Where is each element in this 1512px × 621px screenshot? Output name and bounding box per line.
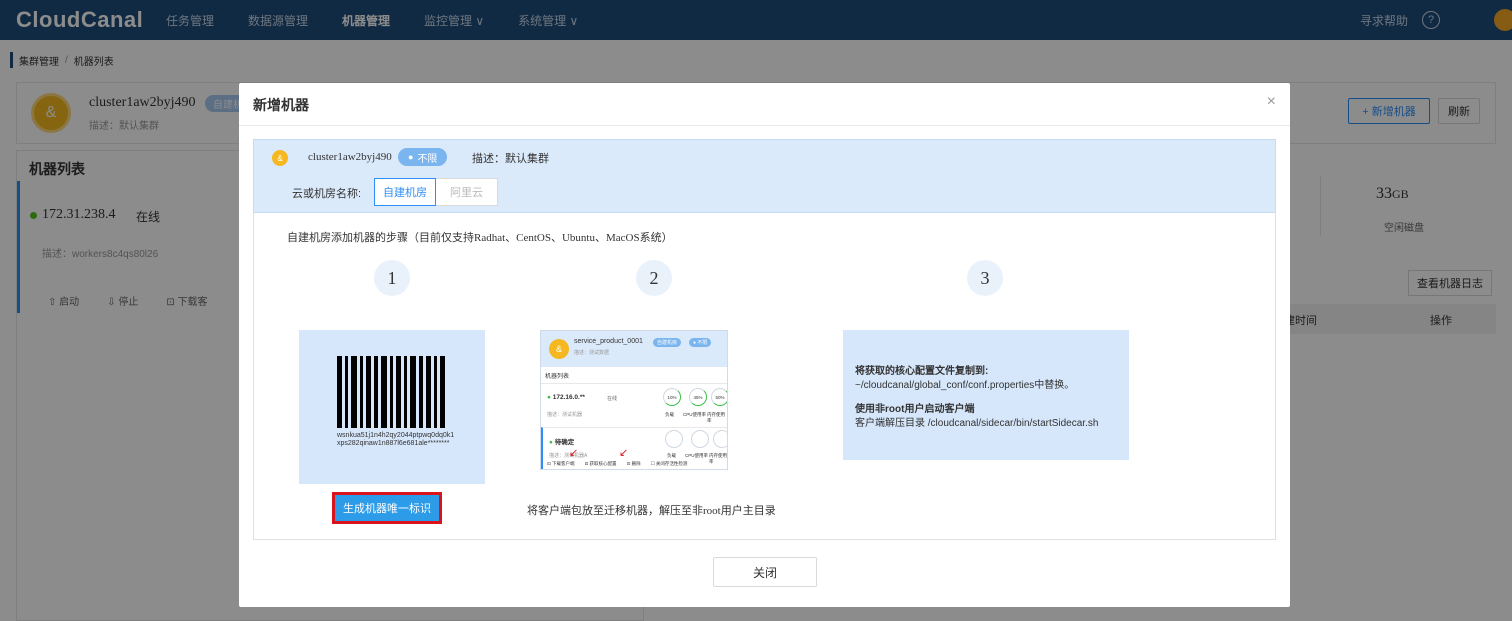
s2-mem-ring-empty	[713, 430, 727, 448]
step3-line-2: ~/cloudcanal/global_conf/conf.properties…	[855, 380, 1075, 391]
info-cluster-desc: 描述：默认集群	[472, 153, 549, 165]
step3-line-4: 客户端解压目录 /cloudcanal/sidecar/bin/startSid…	[855, 418, 1099, 429]
machine-id-text: wsnkua51j1n4h2qy2044ptpwq0dq0k1xps282qin…	[337, 432, 455, 447]
modal-divider	[239, 125, 1290, 126]
tab-self-built-room[interactable]: 自建机房	[374, 178, 436, 206]
cluster-avatar-icon: &	[272, 150, 288, 166]
generate-machine-id-button[interactable]: 生成机器唯一标识	[335, 495, 439, 521]
red-arrow-icon: ↙	[569, 447, 579, 459]
s2-cluster-avatar-icon: &	[549, 339, 569, 359]
s2-delete: ⊡ 删除	[626, 461, 641, 466]
step-number-2: 2	[636, 260, 672, 296]
s2-disable-liveness: ☐ 关闭存活性检测	[650, 461, 688, 466]
s2-mem-ring: 50%	[711, 388, 727, 406]
s2-load-ring-empty	[665, 430, 683, 448]
step-number-3: 3	[967, 260, 1003, 296]
s2-get-config: ⊡ 获取核心配置	[584, 461, 617, 466]
cluster-info-box: & cluster1aw2byj490 ● 不限 描述：默认集群 云或机房名称:…	[253, 139, 1276, 213]
room-label: 云或机房名称:	[292, 188, 362, 200]
add-machine-modal: 新增机器 × & cluster1aw2byj490 ● 不限 描述：默认集群 …	[239, 83, 1290, 607]
step-number-1: 1	[374, 260, 410, 296]
s2-label-mem-2: 内存使用率	[709, 453, 727, 464]
s2-label-load-2: 负载	[667, 453, 676, 458]
s2-desc: 描述：测试数据	[574, 350, 610, 356]
s2-label-cpu-2: CPU使用率	[685, 453, 709, 458]
steps-box: 自建机房添加机器的步骤（目前仅支持Radhat、CentOS、Ubuntu、Ma…	[253, 213, 1276, 540]
step2-illustration: & service_product_0001 自建机房 ● 不限 描述：测试数据…	[540, 330, 728, 470]
s2-list-title: 机器列表	[545, 374, 570, 380]
close-button[interactable]: 关闭	[713, 557, 817, 587]
s2-row1-desc: 描述：测试机器	[547, 412, 583, 418]
s2-download-client: ⊡ 下载客户端	[547, 461, 575, 466]
step2-caption: 将客户端包放至迁移机器，解压至非root用户主目录	[527, 505, 776, 517]
step3-line-1: 将获取的核心配置文件复制到:	[855, 366, 989, 377]
highlight-frame: 生成机器唯一标识	[332, 492, 442, 524]
s2-label-load: 负载	[665, 412, 674, 417]
step1-illustration: wsnkua51j1n4h2qy2044ptpwq0dq0k1xps282qin…	[299, 330, 485, 484]
steps-title: 自建机房添加机器的步骤（目前仅支持Radhat、CentOS、Ubuntu、Ma…	[287, 232, 673, 244]
s2-cpu-ring: 45%	[689, 388, 707, 406]
red-arrow-icon-2: ↙	[619, 447, 629, 459]
s2-row2-ip: ● 待确定	[549, 439, 575, 446]
tab-aliyun[interactable]: 阿里云	[436, 178, 498, 206]
region-tag: ● 不限	[398, 148, 448, 166]
s2-cluster-name: service_product_0001	[574, 338, 643, 345]
s2-cpu-ring-empty	[691, 430, 709, 448]
s2-row1-ip: ● 172.16.0.**	[547, 394, 585, 401]
s2-footer-actions: ⊡ 下载客户端 ⊡ 获取核心配置 ⊡ 删除 ☐ 关闭存活性检测	[547, 461, 687, 467]
s2-tag-room: 自建机房	[653, 338, 682, 347]
s2-label-cpu: CPU使用率	[683, 412, 707, 417]
s2-row-1: ● 172.16.0.** 在线 描述：测试机器 10% 45% 50% 负载 …	[541, 383, 727, 427]
close-icon[interactable]: ×	[1267, 93, 1276, 111]
s2-load-ring: 10%	[663, 388, 681, 406]
s2-header: & service_product_0001 自建机房 ● 不限 描述：测试数据	[541, 331, 727, 367]
s2-row1-status: 在线	[607, 396, 618, 402]
step3-line-3: 使用非root用户启动客户端	[855, 404, 975, 415]
modal-title: 新增机器	[253, 97, 309, 113]
s2-label-mem: 内存使用率	[707, 412, 725, 423]
step3-instructions: 将获取的核心配置文件复制到: ~/cloudcanal/global_conf/…	[843, 330, 1129, 460]
barcode-icon	[337, 356, 445, 428]
location-pin-icon: ●	[408, 152, 414, 162]
info-cluster-name: cluster1aw2byj490	[308, 151, 392, 163]
s2-tag-region: ● 不限	[689, 338, 712, 347]
